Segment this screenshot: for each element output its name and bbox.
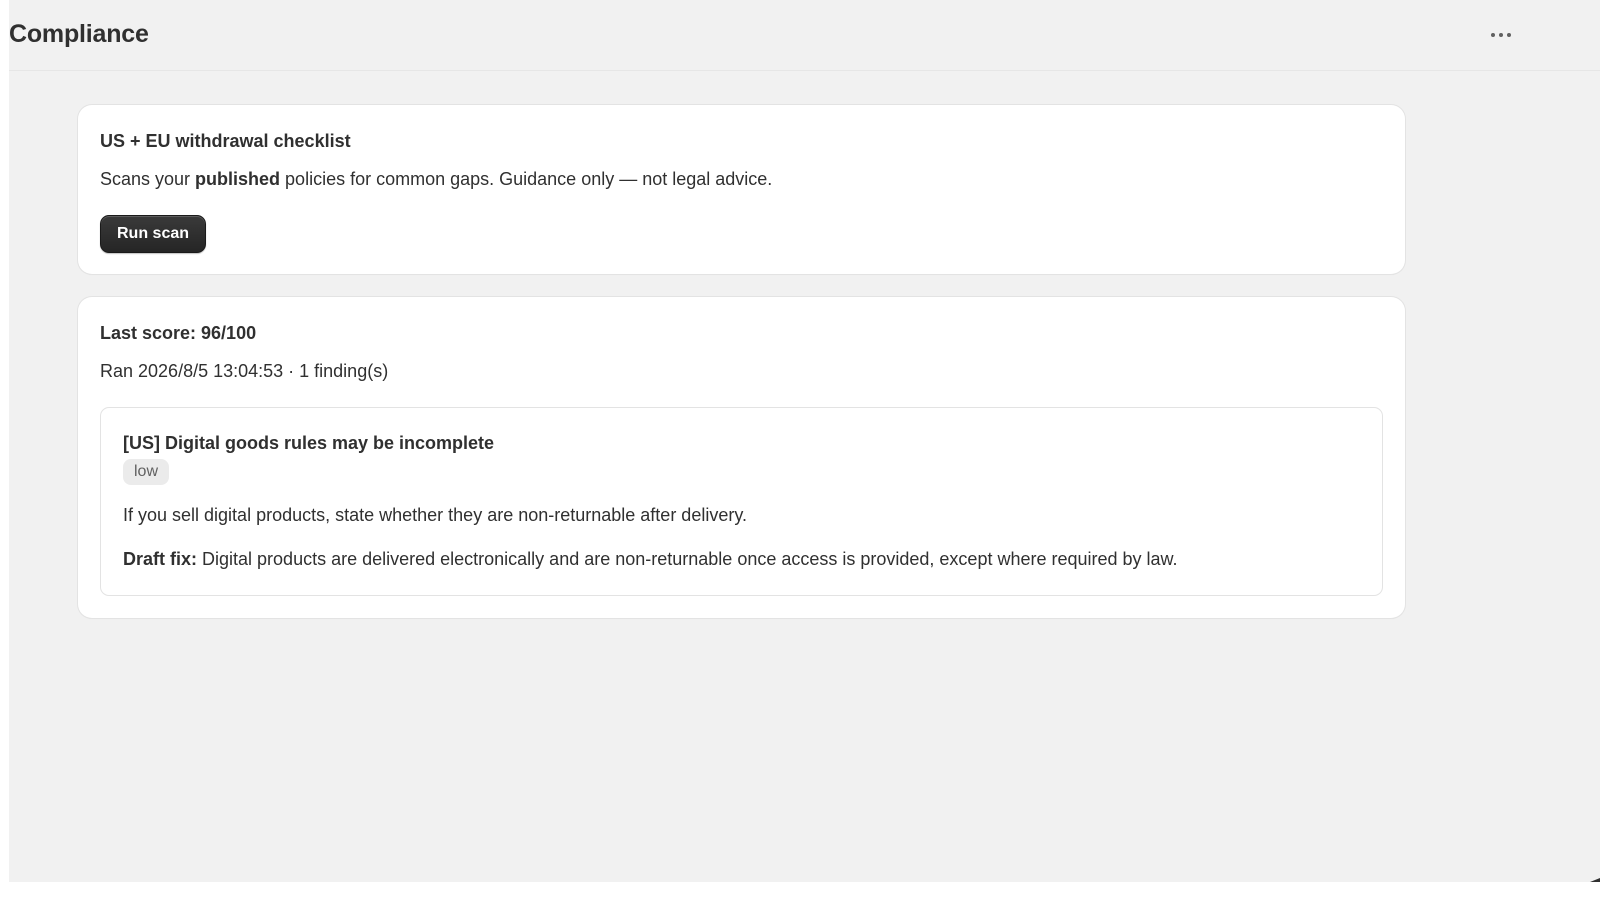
resize-corner-icon xyxy=(1590,878,1600,882)
finding-description: If you sell digital products, state whet… xyxy=(123,505,747,525)
checklist-description: Scans your published policies for common… xyxy=(100,169,773,189)
more-horizontal-icon xyxy=(1491,33,1495,37)
finding-title: [US] Digital goods rules may be incomple… xyxy=(123,433,495,453)
app-frame: Compliance US + EU withdrawal checklist … xyxy=(9,0,1600,882)
last-score: Last score: 96/100 xyxy=(100,323,257,343)
draft-fix-label: Draft fix: xyxy=(123,549,198,569)
page-header: Compliance xyxy=(9,0,1600,71)
finding-draft-fix: Draft fix: Digital products are delivere… xyxy=(123,549,1178,570)
run-scan-button[interactable]: Run scan xyxy=(100,215,207,253)
scan-meta: Ran 2026/8/5 13:04:53 · 1 finding(s) xyxy=(100,361,389,381)
results-card: Last score: 96/100 Ran 2026/8/5 13:04:53… xyxy=(78,297,1405,618)
published-emphasis: published xyxy=(195,169,281,189)
finding-item: [US] Digital goods rules may be incomple… xyxy=(100,407,1383,596)
checklist-title: US + EU withdrawal checklist xyxy=(100,131,351,151)
severity-badge: low xyxy=(123,459,170,485)
page-title: Compliance xyxy=(9,20,149,48)
checklist-card: US + EU withdrawal checklist Scans your … xyxy=(78,105,1405,274)
draft-fix-text: Digital products are delivered electroni… xyxy=(197,549,1178,569)
more-actions-button[interactable] xyxy=(1486,22,1516,48)
